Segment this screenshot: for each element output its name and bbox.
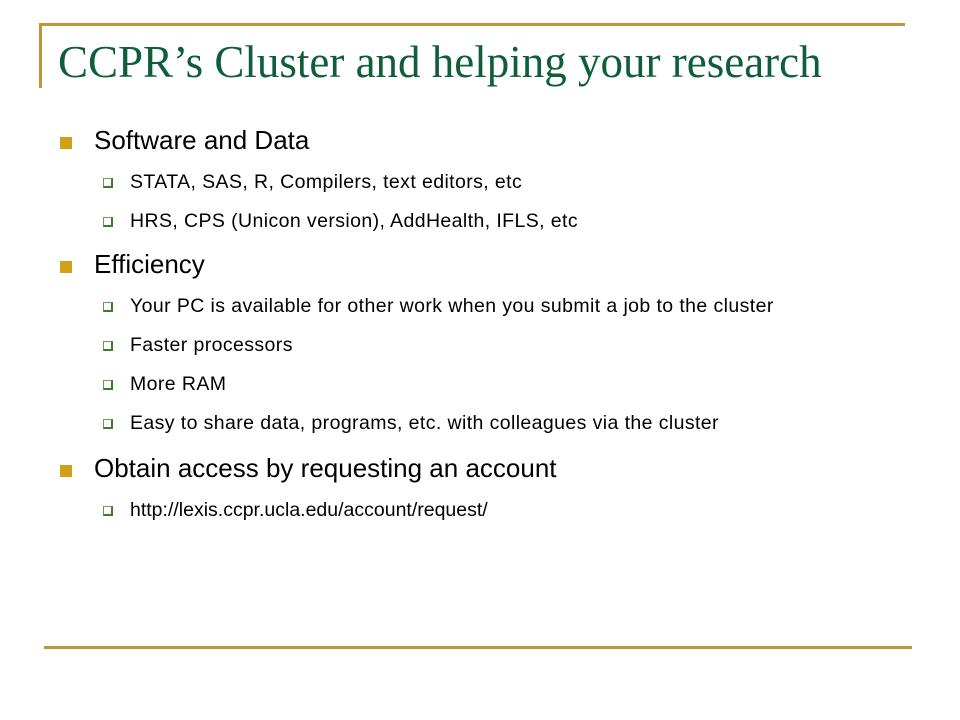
sub-bullet-text: Faster processors <box>130 334 293 356</box>
sub-bullet-account-url: http://lexis.ccpr.ucla.edu/account/reque… <box>56 496 906 524</box>
bullet-software-and-data: Software and Data <box>56 118 906 162</box>
sub-bullet-more-ram: More RAM <box>56 370 906 398</box>
sub-bullet-text: Your PC is available for other work when… <box>130 295 774 317</box>
square-bullet-icon <box>60 465 72 477</box>
bullet-obtain-access: Obtain access by requesting an account <box>56 446 906 490</box>
footer-divider-line <box>44 646 912 649</box>
hollow-square-bullet-icon <box>103 302 113 312</box>
sub-bullet-text: STATA, SAS, R, Compilers, text editors, … <box>130 171 523 193</box>
sub-bullet-software: STATA, SAS, R, Compilers, text editors, … <box>56 168 906 196</box>
sub-bullet-easy-share: Easy to share data, programs, etc. with … <box>56 409 906 437</box>
sub-bullet-data: HRS, CPS (Unicon version), AddHealth, IF… <box>56 207 906 235</box>
hollow-square-bullet-icon <box>103 178 113 188</box>
hollow-square-bullet-icon <box>103 419 113 429</box>
hollow-square-bullet-icon <box>103 217 113 227</box>
square-bullet-icon <box>60 261 72 273</box>
bullet-text: Efficiency <box>94 249 205 279</box>
sub-bullet-text: HRS, CPS (Unicon version), AddHealth, IF… <box>130 210 578 232</box>
hollow-square-bullet-icon <box>103 380 113 390</box>
sub-bullet-text: Easy to share data, programs, etc. with … <box>130 412 719 434</box>
hollow-square-bullet-icon <box>103 341 113 351</box>
slide-body: Software and Data STATA, SAS, R, Compile… <box>56 118 906 535</box>
sub-bullet-pc-available: Your PC is available for other work when… <box>56 292 906 320</box>
slide-title: CCPR’s Cluster and helping your research <box>58 37 822 87</box>
bullet-text: Obtain access by requesting an account <box>94 453 557 483</box>
hollow-square-bullet-icon <box>103 506 113 516</box>
sub-bullet-faster-processors: Faster processors <box>56 331 906 359</box>
title-frame-left-line <box>39 23 42 88</box>
sub-bullet-text: More RAM <box>130 373 227 395</box>
account-request-link[interactable]: http://lexis.ccpr.ucla.edu/account/reque… <box>130 499 488 521</box>
title-frame-top-line <box>39 23 905 26</box>
square-bullet-icon <box>60 137 72 149</box>
bullet-efficiency: Efficiency <box>56 242 906 286</box>
bullet-text: Software and Data <box>94 125 310 155</box>
